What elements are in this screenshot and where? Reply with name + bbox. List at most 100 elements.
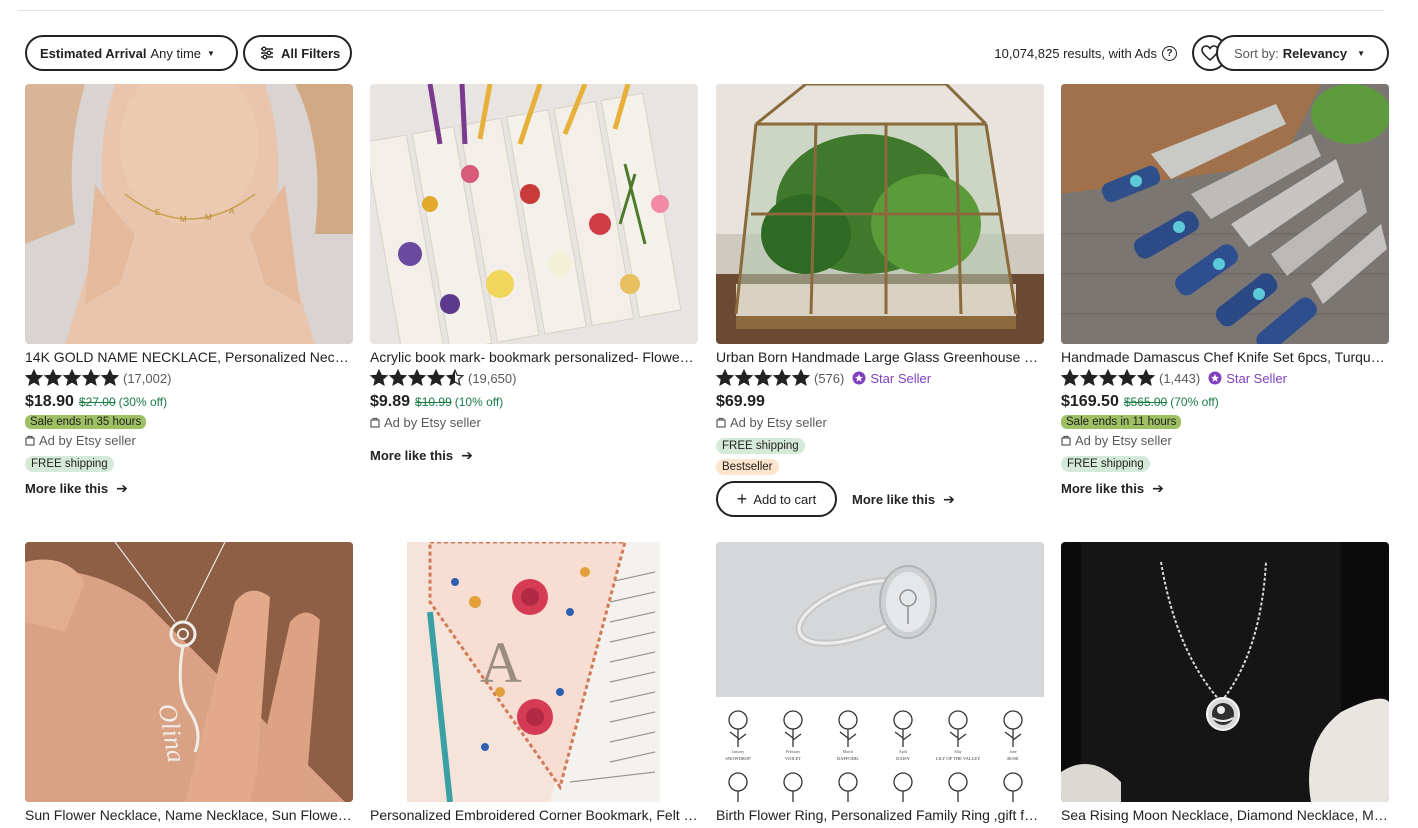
more-like-this-label: More like this bbox=[1061, 481, 1145, 496]
bestseller-badge: Bestseller bbox=[716, 459, 779, 475]
sunflower-necklace-photo: Olina bbox=[25, 542, 353, 802]
star-icon bbox=[716, 369, 734, 387]
listing-image[interactable] bbox=[1061, 542, 1389, 802]
star-seller-badge: Star Seller bbox=[1208, 371, 1287, 386]
original-price: $10.99 bbox=[415, 395, 452, 409]
price-row: $18.90 $27.00 (30% off) bbox=[25, 393, 353, 411]
ad-icon bbox=[716, 417, 726, 428]
flower-name-label: SNOWDROP bbox=[725, 756, 751, 761]
star-icon bbox=[1099, 369, 1117, 387]
listing-price: $69.99 bbox=[716, 393, 765, 410]
caret-down-icon: ▼ bbox=[207, 48, 215, 58]
sale-badge: Sale ends in 35 hours bbox=[25, 415, 147, 429]
listing-title[interactable]: Birth Flower Ring, Personalized Family R… bbox=[716, 806, 1044, 824]
estimated-arrival-dropdown[interactable]: Estimated Arrival Any time ▼ bbox=[25, 35, 238, 71]
star-seller-badge: Star Seller bbox=[852, 371, 931, 386]
listing-card[interactable]: Olina Sun Flower Necklace, Name Necklace… bbox=[25, 542, 353, 824]
listing-image[interactable]: January SNOWDROP February VIOLET March DAFFOD… bbox=[716, 542, 1044, 802]
filter-bar: Estimated Arrival Any time ▼ All Filters… bbox=[25, 35, 1389, 71]
arrow-right-icon: ➔ bbox=[1152, 480, 1164, 496]
star-seller-icon bbox=[852, 371, 866, 385]
sale-badge: Sale ends in 11 hours bbox=[1061, 415, 1182, 429]
cart-row: + Add to cart More like this ➔ bbox=[716, 481, 955, 517]
review-count: (17,002) bbox=[123, 370, 172, 386]
discount: (30% off) bbox=[118, 395, 168, 409]
flower-month-label: March bbox=[843, 749, 853, 754]
listing-title[interactable]: Urban Born Handmade Large Glass Greenhou… bbox=[716, 348, 1044, 366]
listing-card[interactable]: January SNOWDROP February VIOLET March DAFFOD… bbox=[716, 542, 1044, 824]
embroidered-bookmark-photo: A bbox=[370, 542, 698, 802]
star-icon bbox=[82, 369, 100, 387]
listing-image[interactable]: A bbox=[370, 542, 698, 802]
star-icon bbox=[44, 369, 62, 387]
listing-image[interactable] bbox=[370, 84, 698, 344]
star-seller-icon bbox=[1208, 371, 1222, 385]
listing-card[interactable]: Urban Born Handmade Large Glass Greenhou… bbox=[716, 84, 1044, 517]
free-shipping-badge: FREE shipping bbox=[25, 456, 114, 472]
all-filters-button[interactable]: All Filters bbox=[243, 35, 352, 71]
all-filters-label: All Filters bbox=[281, 45, 341, 61]
help-icon[interactable]: ? bbox=[1162, 45, 1177, 61]
add-to-cart-label: Add to cart bbox=[753, 491, 817, 507]
svg-text:M: M bbox=[205, 213, 212, 222]
price-row: $169.50 $565.00 (70% off) bbox=[1061, 393, 1389, 411]
flower-month-label: February bbox=[786, 749, 800, 754]
listing-card[interactable]: A Personalized Embroidered Corner Bookma… bbox=[370, 542, 698, 824]
svg-text:A: A bbox=[480, 630, 522, 695]
star-icon bbox=[1118, 369, 1136, 387]
listing-title[interactable]: Acrylic book mark- bookmark personalized… bbox=[370, 348, 698, 366]
arrival-value: Any time bbox=[150, 45, 202, 61]
listing-card[interactable]: Handmade Damascus Chef Knife Set 6pcs, T… bbox=[1061, 84, 1389, 497]
listing-title[interactable]: Personalized Embroidered Corner Bookmark… bbox=[370, 806, 698, 824]
sort-value: Relevancy bbox=[1282, 45, 1348, 61]
listing-card[interactable]: E M M A 14K GOLD NAME NECKLACE, Personal… bbox=[25, 84, 353, 497]
more-like-this-link[interactable]: More like this ➔ bbox=[370, 447, 473, 464]
listing-card[interactable]: Sea Rising Moon Necklace, Diamond Neckla… bbox=[1061, 542, 1389, 824]
listing-image[interactable] bbox=[1061, 84, 1389, 344]
star-icon bbox=[25, 369, 43, 387]
caret-down-icon: ▼ bbox=[1357, 48, 1366, 58]
flower-month-label: April bbox=[899, 749, 908, 754]
listing-image[interactable] bbox=[716, 84, 1044, 344]
listing-title[interactable]: Sun Flower Necklace, Name Necklace, Sun … bbox=[25, 806, 353, 824]
listing-title[interactable]: 14K GOLD NAME NECKLACE, Personalized Nec… bbox=[25, 348, 353, 366]
listing-rating: (19,650) bbox=[370, 369, 698, 387]
star-icon bbox=[1080, 369, 1098, 387]
star-icon bbox=[389, 369, 407, 387]
gold-name-necklace-photo: E M M A bbox=[25, 84, 353, 344]
listing-image[interactable]: Olina bbox=[25, 542, 353, 802]
review-count: (19,650) bbox=[468, 370, 517, 386]
more-like-this-link[interactable]: More like this ➔ bbox=[1061, 480, 1164, 497]
ad-text: Ad by Etsy seller bbox=[730, 415, 827, 430]
listing-title[interactable]: Handmade Damascus Chef Knife Set 6pcs, T… bbox=[1061, 348, 1389, 366]
star-rating bbox=[25, 369, 120, 387]
star-icon bbox=[63, 369, 81, 387]
sort-dropdown[interactable]: Sort by: Relevancy ▼ bbox=[1216, 35, 1389, 71]
original-price: $27.00 bbox=[78, 395, 116, 409]
svg-text:A: A bbox=[229, 207, 235, 216]
plus-icon: + bbox=[736, 489, 748, 509]
moon-necklace-photo bbox=[1061, 542, 1389, 802]
ad-icon bbox=[1061, 435, 1071, 446]
flower-name-label: DAFFODIL bbox=[837, 756, 860, 761]
star-icon bbox=[1137, 369, 1155, 387]
listing-card[interactable]: Acrylic book mark- bookmark personalized… bbox=[370, 84, 698, 464]
price-row: $9.89 $10.99 (10% off) bbox=[370, 393, 698, 411]
listing-image[interactable]: E M M A bbox=[25, 84, 353, 344]
top-divider bbox=[18, 10, 1384, 11]
listing-rating: (17,002) bbox=[25, 369, 353, 387]
ad-label: Ad by Etsy seller bbox=[716, 415, 827, 430]
more-like-this-link[interactable]: More like this ➔ bbox=[852, 491, 955, 508]
ad-label: Ad by Etsy seller bbox=[370, 415, 481, 430]
star-icon bbox=[446, 369, 464, 387]
sliders-icon bbox=[261, 46, 273, 60]
review-count: (1,443) bbox=[1159, 370, 1201, 386]
add-to-cart-button[interactable]: + Add to cart bbox=[716, 481, 837, 517]
glass-terrarium-photo bbox=[716, 84, 1044, 344]
listing-title[interactable]: Sea Rising Moon Necklace, Diamond Neckla… bbox=[1061, 806, 1389, 824]
star-icon bbox=[101, 369, 119, 387]
more-like-this-link[interactable]: More like this ➔ bbox=[25, 480, 128, 497]
star-icon bbox=[735, 369, 753, 387]
flower-name-label: VIOLET bbox=[785, 756, 801, 761]
ad-text: Ad by Etsy seller bbox=[1075, 433, 1172, 448]
